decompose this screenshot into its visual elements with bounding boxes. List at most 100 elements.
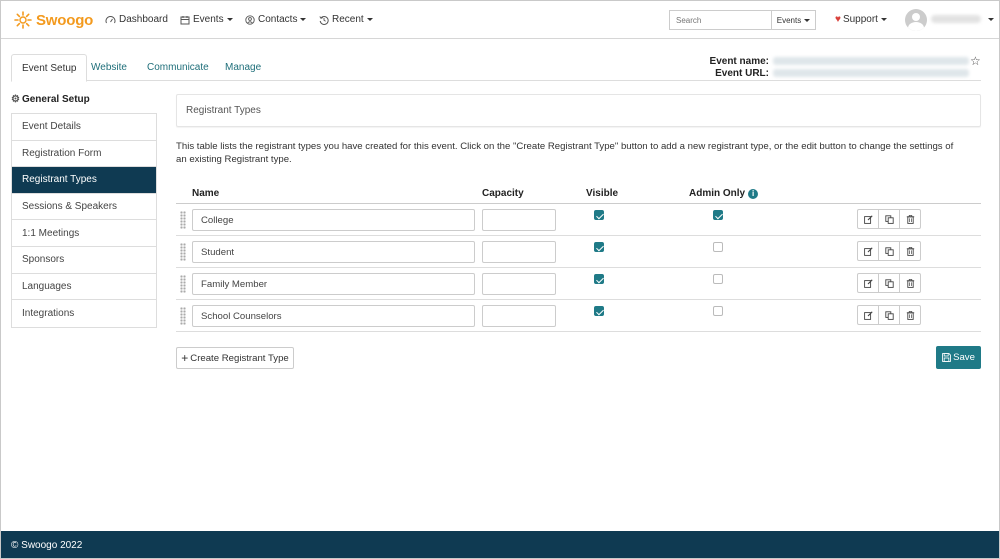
- edit-button[interactable]: [857, 273, 879, 293]
- search-input[interactable]: [669, 10, 772, 30]
- tab-manage[interactable]: Manage: [215, 54, 271, 81]
- nav-events[interactable]: Events: [180, 14, 233, 25]
- duplicate-button[interactable]: [878, 273, 900, 293]
- user-avatar[interactable]: [905, 9, 927, 31]
- edit-icon: [863, 214, 873, 224]
- support-label: Support: [842, 14, 878, 25]
- search-scope-label: Events: [776, 15, 802, 25]
- drag-handle-icon[interactable]: [180, 211, 186, 229]
- nav-contacts[interactable]: Contacts: [245, 14, 307, 25]
- name-input[interactable]: [192, 241, 475, 263]
- row-actions: [857, 241, 921, 261]
- event-url-redacted[interactable]: [773, 69, 969, 77]
- name-input[interactable]: [192, 305, 475, 327]
- history-icon: [319, 15, 329, 25]
- duplicate-button[interactable]: [878, 241, 900, 261]
- sidebar-title-label: General Setup: [21, 94, 90, 105]
- column-header-visible: Visible: [586, 188, 619, 199]
- copy-icon: [884, 214, 894, 224]
- create-registrant-type-button[interactable]: + Create Registrant Type: [176, 347, 294, 369]
- edit-icon: [863, 246, 873, 256]
- search-scope-dropdown[interactable]: Events: [771, 10, 816, 30]
- edit-button[interactable]: [857, 305, 879, 325]
- admin-only-checkbox[interactable]: [713, 274, 723, 284]
- contacts-icon: [245, 14, 255, 25]
- page-description: This table lists the registrant types yo…: [176, 141, 954, 165]
- plus-icon: +: [181, 351, 189, 365]
- event-name-row: Event name:: [701, 55, 971, 67]
- nav-contacts-label: Contacts: [258, 14, 298, 25]
- table-row: [176, 204, 981, 236]
- user-name-redacted[interactable]: [931, 15, 981, 23]
- column-header-name: Name: [192, 188, 220, 199]
- nav-dashboard-label: Dashboard: [119, 14, 168, 25]
- top-navbar: Swoogo Dashboard Events Contacts Recent …: [1, 1, 999, 39]
- favorite-star-icon[interactable]: ☆: [970, 54, 981, 68]
- sidebar-item-sessions-speakers[interactable]: Sessions & Speakers: [12, 194, 156, 221]
- sidebar-menu: Event Details Registration Form Registra…: [11, 113, 157, 328]
- visible-checkbox[interactable]: [594, 274, 604, 284]
- duplicate-button[interactable]: [878, 305, 900, 325]
- drag-handle-icon[interactable]: [180, 275, 186, 293]
- sidebar-item-sponsors[interactable]: Sponsors: [12, 247, 156, 274]
- name-input[interactable]: [192, 209, 475, 231]
- edit-button[interactable]: [857, 241, 879, 261]
- sidebar-item-registration-form[interactable]: Registration Form: [12, 141, 156, 168]
- sidebar-item-registrant-types[interactable]: Registrant Types: [12, 167, 156, 194]
- delete-button[interactable]: [899, 241, 921, 261]
- column-header-capacity: Capacity: [482, 188, 524, 199]
- admin-only-checkbox[interactable]: [713, 306, 723, 316]
- event-url-label: Event URL:: [715, 67, 769, 79]
- table-row: [176, 300, 981, 332]
- save-icon: [942, 353, 951, 362]
- trash-icon: [906, 214, 914, 224]
- table-header: Name Capacity Visible Admin Only i: [176, 187, 981, 204]
- nav-recent[interactable]: Recent: [319, 14, 373, 25]
- row-actions: [857, 209, 921, 229]
- app-window: Swoogo Dashboard Events Contacts Recent …: [0, 0, 1000, 559]
- visible-checkbox[interactable]: [594, 210, 604, 220]
- brand-name: Swoogo: [36, 11, 94, 29]
- info-icon[interactable]: i: [748, 188, 759, 199]
- delete-button[interactable]: [899, 209, 921, 229]
- swoogo-logo[interactable]: Swoogo: [14, 10, 93, 30]
- column-header-admin-only: Admin Only i: [689, 188, 759, 199]
- name-input[interactable]: [192, 273, 475, 295]
- edit-button[interactable]: [857, 209, 879, 229]
- chevron-down-icon: [880, 18, 887, 21]
- sidebar-item-integrations[interactable]: Integrations: [12, 300, 156, 327]
- dashboard-icon: [105, 15, 116, 23]
- table-row: [176, 268, 981, 300]
- visible-checkbox[interactable]: [594, 242, 604, 252]
- sidebar-item-meetings[interactable]: 1:1 Meetings: [12, 220, 156, 247]
- support-menu[interactable]: ♥ Support: [835, 14, 887, 25]
- admin-only-checkbox[interactable]: [713, 210, 723, 220]
- duplicate-button[interactable]: [878, 209, 900, 229]
- nav-events-label: Events: [193, 14, 224, 25]
- event-name-redacted: [773, 57, 969, 65]
- gear-icon: ⚙: [11, 94, 20, 105]
- capacity-input[interactable]: [482, 305, 556, 327]
- row-actions: [857, 273, 921, 293]
- tab-event-setup[interactable]: Event Setup: [11, 54, 88, 82]
- tab-communicate[interactable]: Communicate: [137, 54, 219, 81]
- delete-button[interactable]: [899, 273, 921, 293]
- sidebar-item-languages[interactable]: Languages: [12, 274, 156, 301]
- user-menu-chevron-icon[interactable]: [988, 18, 994, 21]
- column-header-admin-only-label: Admin Only: [689, 188, 746, 199]
- capacity-input[interactable]: [482, 209, 556, 231]
- sidebar-item-event-details[interactable]: Event Details: [12, 114, 156, 141]
- tab-website[interactable]: Website: [81, 54, 137, 81]
- capacity-input[interactable]: [482, 273, 556, 295]
- drag-handle-icon[interactable]: [180, 243, 186, 261]
- chevron-down-icon: [366, 18, 373, 21]
- delete-button[interactable]: [899, 305, 921, 325]
- visible-checkbox[interactable]: [594, 306, 604, 316]
- capacity-input[interactable]: [482, 241, 556, 263]
- admin-only-checkbox[interactable]: [713, 242, 723, 252]
- nav-dashboard[interactable]: Dashboard: [105, 14, 168, 25]
- create-registrant-type-label: Create Registrant Type: [190, 352, 289, 364]
- save-button[interactable]: Save: [936, 346, 981, 369]
- drag-handle-icon[interactable]: [180, 307, 186, 325]
- edit-icon: [863, 278, 873, 288]
